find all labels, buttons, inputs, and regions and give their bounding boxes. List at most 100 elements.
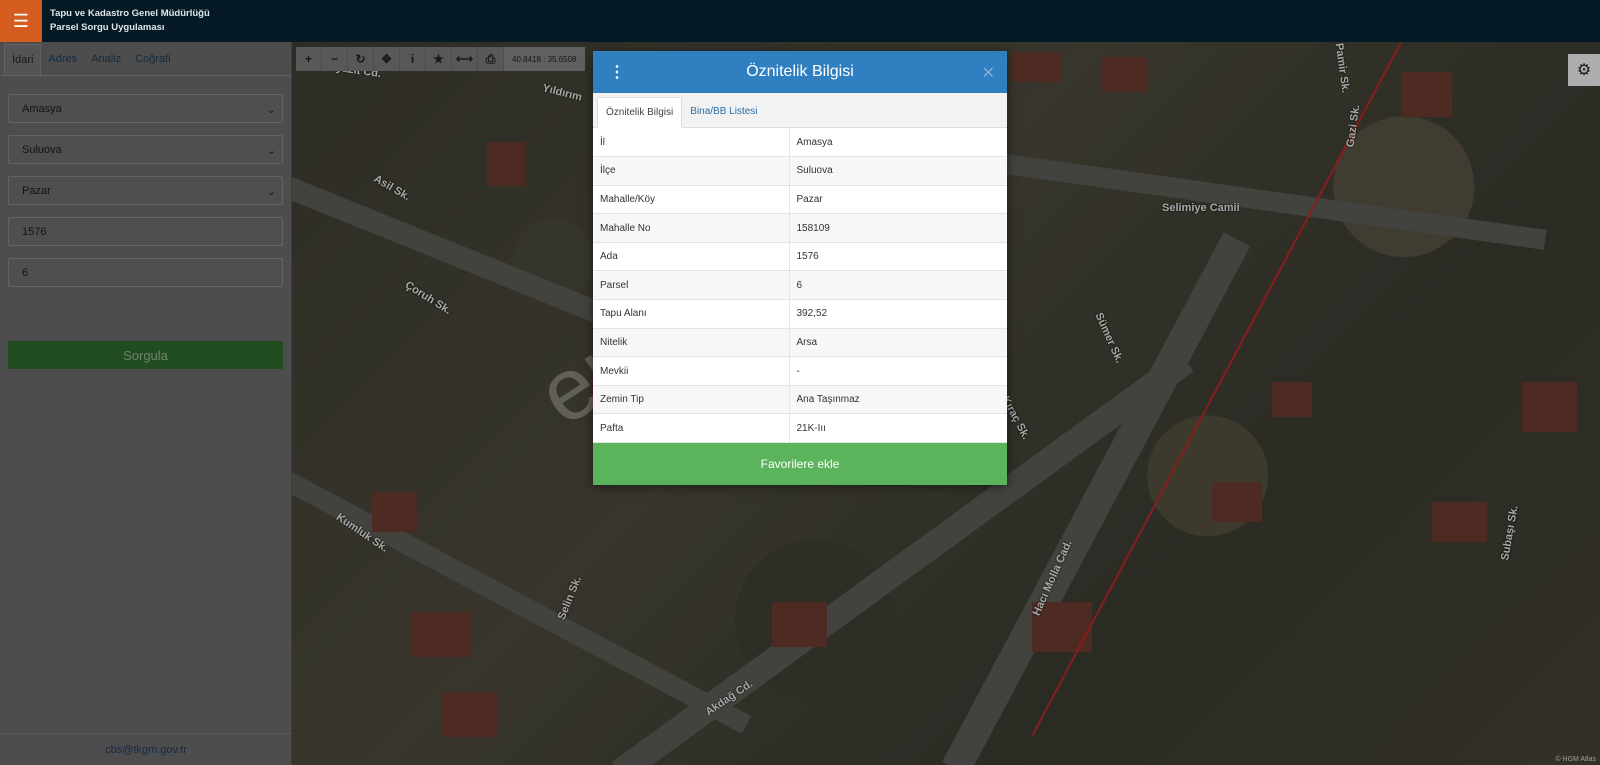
- attribute-key: Mahalle No: [593, 213, 790, 243]
- attribute-key: Zemin Tip: [593, 385, 790, 415]
- attribute-key: İl: [593, 128, 790, 158]
- fullscreen-icon[interactable]: ✥: [374, 47, 400, 71]
- map-building: [1432, 502, 1487, 542]
- brand-title: Tapu ve Kadastro Genel Müdürlüğü Parsel …: [50, 7, 210, 35]
- tab-idari[interactable]: İdari: [4, 44, 42, 75]
- map-building: [1522, 382, 1577, 432]
- tab-oznitelik-bilgisi[interactable]: Öznitelik Bilgisi: [597, 97, 683, 128]
- attribute-value: 158109: [789, 213, 1007, 243]
- map-building: [412, 612, 472, 657]
- refresh-icon[interactable]: ↻: [348, 47, 374, 71]
- ada-input[interactable]: 1576: [8, 217, 283, 246]
- table-row: Parsel 6: [593, 270, 1007, 301]
- table-row: İl Amasya: [593, 128, 1007, 158]
- attribute-value: 1576: [789, 242, 1007, 272]
- brand-line-1: Tapu ve Kadastro Genel Müdürlüğü: [50, 8, 210, 19]
- chevron-down-icon: ⌄: [266, 104, 276, 116]
- table-row: Zemin Tip Ana Taşınmaz: [593, 385, 1007, 415]
- close-icon[interactable]: ✕: [982, 63, 995, 83]
- table-row: Tapu Alanı 392,52: [593, 299, 1007, 329]
- star-icon[interactable]: ★: [426, 47, 452, 71]
- add-to-favorites-button[interactable]: Favorilere ekle: [593, 443, 1007, 486]
- table-row: Mahalle/Köy Pazar: [593, 185, 1007, 215]
- attribute-key: Nitelik: [593, 328, 790, 358]
- query-tabs: İdari Adres Analiz Coğrafi: [0, 42, 291, 76]
- dialog-tabs: Öznitelik Bilgisi Bina/BB Listesi: [593, 93, 1007, 128]
- map-building: [1272, 382, 1312, 417]
- dialog-header: ⋮ Öznitelik Bilgisi ✕: [593, 51, 1007, 93]
- zoom-out-icon[interactable]: −: [322, 47, 348, 71]
- info-icon[interactable]: i: [400, 47, 426, 71]
- attribute-value: 6: [789, 270, 1007, 301]
- attribute-value: 392,52: [789, 299, 1007, 329]
- street-label: Çoruh Sk.: [402, 279, 454, 317]
- attribute-key: İlçe: [593, 156, 790, 186]
- kebab-menu-icon[interactable]: ⋮: [609, 62, 625, 82]
- attribute-key: Mevkii: [593, 356, 790, 386]
- ilce-select-value: Suluova: [22, 143, 62, 156]
- brand-line-2: Parsel Sorgu Uygulaması: [50, 22, 165, 33]
- table-row: İlçe Suluova: [593, 156, 1007, 186]
- map-building: [442, 692, 497, 737]
- attribute-value: Suluova: [789, 156, 1007, 186]
- attribute-key: Mahalle/Köy: [593, 185, 790, 215]
- mahalle-select[interactable]: Pazar ⌄: [8, 176, 283, 205]
- street-label: Subaşı Sk.: [1499, 504, 1521, 562]
- attribute-table: İl Amasya İlçe Suluova Mahalle/Köy Pazar Mahal…: [593, 128, 1007, 444]
- il-select[interactable]: Amasya ⌄: [8, 94, 283, 123]
- street-label: Gazi Sk.: [1344, 103, 1363, 149]
- top-bar: ☰ Tapu ve Kadastro Genel Müdürlüğü Parse…: [0, 0, 1600, 42]
- chevron-down-icon: ⌄: [266, 145, 276, 157]
- measure-icon[interactable]: ⟷: [452, 47, 478, 71]
- table-row: Mevkii -: [593, 356, 1007, 386]
- map-building: [487, 142, 525, 186]
- map-credit: © HGM Atlas: [1555, 756, 1596, 763]
- tab-adres[interactable]: Adres: [41, 42, 84, 75]
- print-icon[interactable]: ⎙: [478, 47, 504, 71]
- attribute-info-dialog: ⋮ Öznitelik Bilgisi ✕ Öznitelik Bilgisi …: [593, 51, 1007, 486]
- tab-bina-bb-listesi[interactable]: Bina/BB Listesi: [682, 96, 765, 127]
- street-label: Sümer Sk.: [1092, 310, 1126, 366]
- parsel-input[interactable]: 6: [8, 258, 283, 287]
- map-building: [1102, 57, 1147, 92]
- sorgula-button[interactable]: Sorgula: [8, 341, 283, 369]
- map-road: [989, 152, 1547, 250]
- tab-cografi[interactable]: Coğrafi: [128, 42, 177, 75]
- map-building: [1212, 482, 1262, 522]
- zoom-in-icon[interactable]: +: [296, 47, 322, 71]
- attribute-value: Amasya: [789, 128, 1007, 158]
- street-label: Asil Sk.: [371, 172, 413, 204]
- attribute-value: Arsa: [789, 328, 1007, 358]
- table-row: Ada 1576: [593, 242, 1007, 272]
- gear-icon[interactable]: ⚙: [1568, 54, 1600, 86]
- map-building: [772, 602, 827, 647]
- table-row: Nitelik Arsa: [593, 328, 1007, 358]
- table-row: Mahalle No 158109: [593, 213, 1007, 243]
- map-building: [1012, 52, 1062, 82]
- attribute-value: Pazar: [789, 185, 1007, 215]
- mosque-label: Selimiye Camii: [1162, 202, 1240, 214]
- attribute-key: Ada: [593, 242, 790, 272]
- coordinate-readout: 40.8418 : 35.6508: [504, 47, 585, 71]
- mahalle-select-value: Pazar: [22, 184, 51, 197]
- contact-email-link[interactable]: cbs@tkgm.gov.tr: [0, 733, 292, 765]
- query-panel: İdari Adres Analiz Coğrafi Amasya ⌄ Sulu…: [0, 42, 292, 765]
- street-label: Yıldırım: [541, 82, 584, 104]
- map-toolbar: + − ↻ ✥ i ★ ⟷ ⎙ 40.8418 : 35.6508: [296, 47, 585, 71]
- map-building: [1402, 72, 1452, 117]
- il-select-value: Amasya: [22, 102, 62, 115]
- tab-analiz[interactable]: Analiz: [84, 42, 128, 75]
- hamburger-menu-icon[interactable]: ☰: [0, 0, 42, 42]
- attribute-key: Pafta: [593, 413, 790, 444]
- attribute-value: 21K-Iıı: [789, 413, 1007, 444]
- street-label: Selin Sk.: [555, 574, 585, 622]
- table-row: Pafta 21K-Iıı: [593, 413, 1007, 444]
- ilce-select[interactable]: Suluova ⌄: [8, 135, 283, 164]
- chevron-down-icon: ⌄: [266, 186, 276, 198]
- parsel-input-value: 6: [22, 266, 29, 279]
- street-label: Pamir Sk.: [1332, 42, 1352, 94]
- dialog-title: Öznitelik Bilgisi: [746, 63, 854, 80]
- map-building: [372, 492, 417, 532]
- map-road: [292, 472, 752, 734]
- ada-input-value: 1576: [22, 225, 47, 238]
